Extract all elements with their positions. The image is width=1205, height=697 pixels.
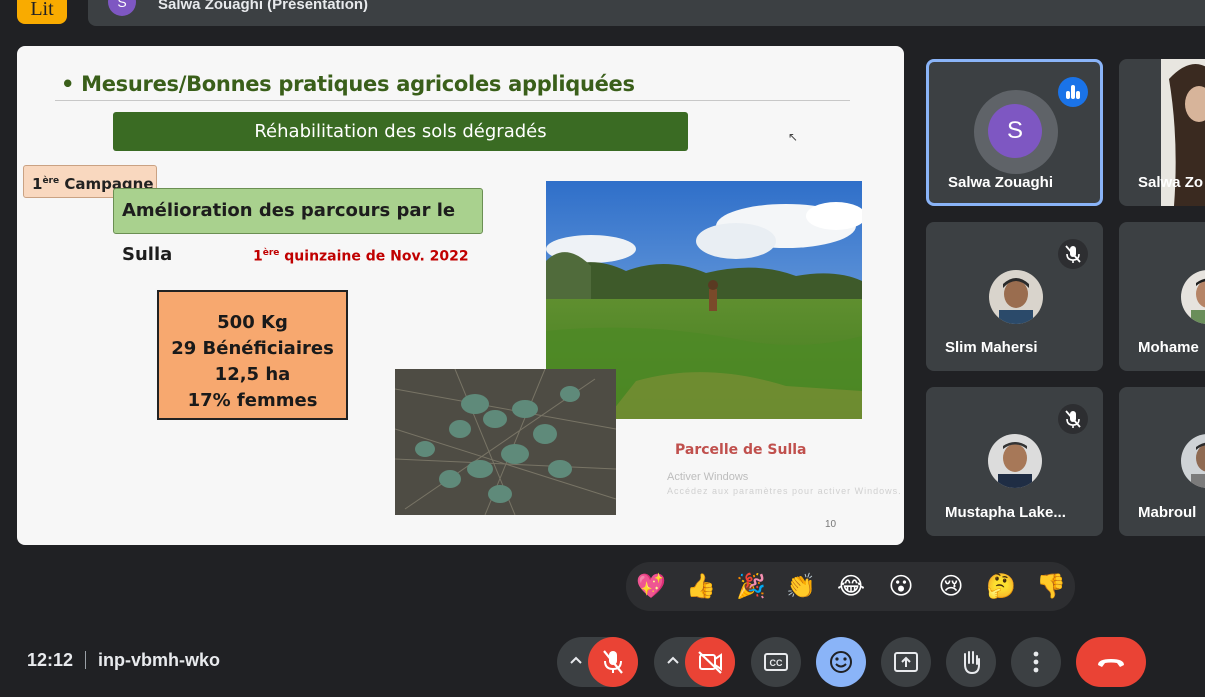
participant-photo: [989, 270, 1043, 324]
presenter-avatar: S: [108, 0, 136, 16]
reaction-heart-icon[interactable]: 💖: [633, 568, 669, 604]
present-screen-icon: [894, 652, 918, 672]
campaign-number: 1: [32, 175, 43, 193]
camera-options-chevron-icon[interactable]: [666, 653, 680, 672]
participant-photo: [1181, 434, 1205, 488]
participant-photo: [988, 434, 1042, 488]
participant-tile-mohamed[interactable]: Mohame: [1119, 222, 1205, 371]
campaign-ordinal: ère: [42, 176, 60, 186]
mouse-cursor-icon: ↖: [788, 130, 799, 144]
windows-watermark: Activer Windows: [667, 471, 749, 483]
reaction-thinking-icon[interactable]: 🤔: [983, 568, 1019, 604]
presenter-banner[interactable]: S Salwa Zouaghi (Présentation): [88, 0, 1205, 26]
slide-banner: Réhabilitation des sols dégradés: [113, 112, 688, 151]
leave-call-button[interactable]: [1076, 637, 1146, 687]
svg-text:CC: CC: [770, 658, 783, 668]
date-text: quinzaine de Nov. 2022: [279, 248, 469, 265]
slide-title: • Mesures/Bonnes pratiques agricoles app…: [61, 72, 635, 96]
stat-beneficiaries: 29 Bénéficiaires: [171, 338, 334, 359]
shared-slide: • Mesures/Bonnes pratiques agricoles app…: [17, 46, 904, 545]
more-vert-icon: [1033, 651, 1039, 673]
sulla-closeup-photo: [395, 369, 616, 515]
slide-date: 1ère quinzaine de Nov. 2022: [253, 248, 469, 265]
participant-tile-slim[interactable]: Slim Mahersi: [926, 222, 1103, 371]
mic-options-chevron-icon[interactable]: [569, 653, 583, 672]
windows-watermark-sub: Accédez aux paramètres pour activer Wind…: [667, 486, 902, 496]
stat-women: 17% femmes: [187, 390, 318, 411]
participant-tile-salwa-video[interactable]: Salwa Zo: [1119, 59, 1205, 206]
more-options-button[interactable]: [1011, 637, 1061, 687]
emoji-icon: [830, 651, 852, 673]
participant-name: Mohame: [1138, 339, 1199, 356]
info-separator: [85, 651, 87, 669]
present-now-button[interactable]: [881, 637, 931, 687]
stats-box: 500 Kg 29 Bénéficiaires 12,5 ha 17% femm…: [157, 290, 348, 420]
slide-page-number: 10: [825, 519, 837, 530]
clock-time: 12:12: [27, 650, 74, 670]
hand-icon: [964, 651, 980, 675]
slide-subtitle: Amélioration des parcours par le Sulla: [113, 188, 483, 265]
captions-icon: CC: [764, 653, 788, 671]
send-reaction-button[interactable]: [816, 637, 866, 687]
participant-name: Mabroul: [1138, 504, 1197, 521]
participant-name: Salwa Zo: [1138, 174, 1204, 191]
hang-up-icon: [1098, 659, 1124, 667]
app-logo: Lit: [17, 0, 67, 24]
participant-tile-salwa[interactable]: S Salwa Zouaghi: [926, 59, 1103, 206]
participant-name: Mustapha Lake...: [945, 504, 1066, 521]
mic-off-button[interactable]: [588, 637, 638, 687]
camera-off-icon: [698, 651, 722, 674]
participant-tile-mabrouk[interactable]: Mabroul: [1119, 387, 1205, 536]
mic-control-group: [557, 637, 638, 687]
camera-control-group: [654, 637, 735, 687]
date-ordinal: ère: [262, 248, 280, 258]
reaction-laugh-icon[interactable]: 😂: [833, 568, 869, 604]
reaction-clap-icon[interactable]: 👏: [783, 568, 819, 604]
stat-area: 12,5 ha: [214, 364, 291, 385]
reactions-bar: 💖 👍 🎉 👏 😂 😮 😢 🤔 👎: [626, 562, 1075, 611]
photo-caption: Parcelle de Sulla: [675, 442, 807, 458]
mic-muted-icon: [1058, 239, 1088, 269]
reaction-thumbs-down-icon[interactable]: 👎: [1033, 568, 1069, 604]
meeting-details[interactable]: 12:12 inp-vbmh-wko: [27, 650, 220, 671]
mic-off-icon: [603, 650, 623, 674]
reaction-surprised-icon[interactable]: 😮: [883, 568, 919, 604]
participant-name: Slim Mahersi: [945, 339, 1038, 356]
participant-name: Salwa Zouaghi: [948, 174, 1054, 191]
participant-photo: [1181, 270, 1205, 324]
presenter-label: Salwa Zouaghi (Présentation): [158, 0, 369, 13]
stat-quantity: 500 Kg: [217, 312, 288, 333]
meeting-code: inp-vbmh-wko: [98, 650, 221, 670]
mic-muted-icon: [1058, 404, 1088, 434]
participant-avatar: S: [974, 90, 1058, 174]
avatar-initial: S: [988, 104, 1042, 158]
speaking-indicator-icon: [1058, 77, 1088, 107]
reaction-party-icon[interactable]: 🎉: [733, 568, 769, 604]
date-number: 1: [253, 248, 263, 265]
participant-tile-mustapha[interactable]: Mustapha Lake...: [926, 387, 1103, 536]
camera-off-button[interactable]: [685, 637, 735, 687]
title-divider: [55, 100, 850, 101]
raise-hand-button[interactable]: [946, 637, 996, 687]
reaction-thumbs-up-icon[interactable]: 👍: [683, 568, 719, 604]
reaction-sad-icon[interactable]: 😢: [933, 568, 969, 604]
top-bar: Lit S Salwa Zouaghi (Présentation): [0, 0, 1205, 26]
captions-button[interactable]: CC: [751, 637, 801, 687]
